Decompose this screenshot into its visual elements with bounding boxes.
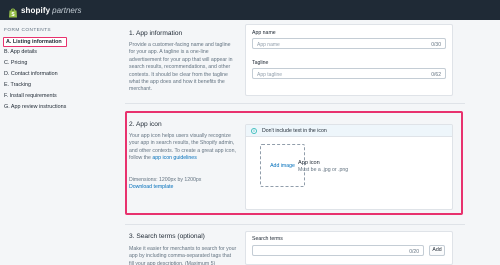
app-name-label: App name	[252, 30, 276, 36]
brand-name[interactable]: shopify	[21, 6, 50, 15]
section-title-app-icon: 2. App icon	[129, 121, 162, 128]
tagline-placeholder: App tagline	[257, 71, 283, 78]
section-divider	[125, 103, 465, 104]
banner-text: Don't include text in the icon	[262, 128, 327, 134]
sidebar-item-pricing[interactable]: C. Pricing	[4, 60, 27, 66]
sidebar-item-tracking[interactable]: E. Tracking	[4, 82, 31, 88]
search-terms-input[interactable]: 0/20	[252, 245, 424, 256]
shopify-bag-icon[interactable]: S	[8, 5, 18, 18]
section-description-search-terms: Make it easier for merchants to search f…	[129, 246, 237, 265]
section-description-app-information: Provide a customer-facing name and tagli…	[129, 42, 233, 93]
top-bar: S shopify partners	[0, 0, 500, 20]
tagline-input[interactable]: App tagline 0/62	[252, 68, 446, 79]
app-name-counter: 0/30	[431, 41, 441, 48]
section-description-app-icon: Your app icon helps users visually recog…	[129, 133, 237, 163]
svg-text:S: S	[11, 12, 15, 18]
app-icon-card: i Don't include text in the icon Add ima…	[245, 124, 453, 210]
info-icon: i	[251, 127, 257, 134]
sidebar-item-app-review-instructions[interactable]: G. App review instructions	[4, 104, 66, 110]
add-search-term-button[interactable]: Add	[429, 245, 445, 256]
tagline-label: Tagline	[252, 60, 269, 66]
download-template-link[interactable]: Download template	[129, 184, 237, 191]
main-content: 1. App information Provide a customer-fa…	[105, 20, 500, 265]
sidebar-item-contact-information[interactable]: D. Contact information	[4, 71, 58, 77]
app-name-placeholder: App name	[257, 41, 280, 48]
app-icon-help-text: Must be a .jpg or .png	[298, 167, 349, 173]
app-information-card: App name App name 0/30 Tagline App tagli…	[245, 24, 453, 96]
section-divider	[125, 224, 465, 225]
sidebar-item-listing-information[interactable]: A. Listing information	[3, 37, 67, 47]
sidebar-item-install-requirements[interactable]: F. Install requirements	[4, 93, 57, 99]
tagline-counter: 0/62	[431, 71, 441, 78]
app-icon-guidelines-link[interactable]: app icon guidelines	[152, 155, 196, 161]
search-terms-label: Search terms	[252, 236, 283, 242]
section-title-search-terms: 3. Search terms (optional)	[129, 233, 205, 240]
app-icon-label: App icon	[298, 160, 320, 166]
app-name-input[interactable]: App name 0/30	[252, 38, 446, 49]
sidebar-heading: FORM CONTENTS	[4, 28, 52, 33]
brand-suffix: partners	[52, 5, 82, 15]
icon-warning-banner: i Don't include text in the icon	[246, 125, 452, 137]
search-terms-card: Search terms 0/20 Add	[245, 231, 453, 265]
search-terms-counter: 0/20	[409, 248, 419, 255]
sidebar-item-app-details[interactable]: B. App details	[4, 49, 37, 55]
sidebar: FORM CONTENTS A. Listing information B. …	[0, 20, 105, 265]
section-title-app-information: 1. App information	[129, 30, 183, 37]
